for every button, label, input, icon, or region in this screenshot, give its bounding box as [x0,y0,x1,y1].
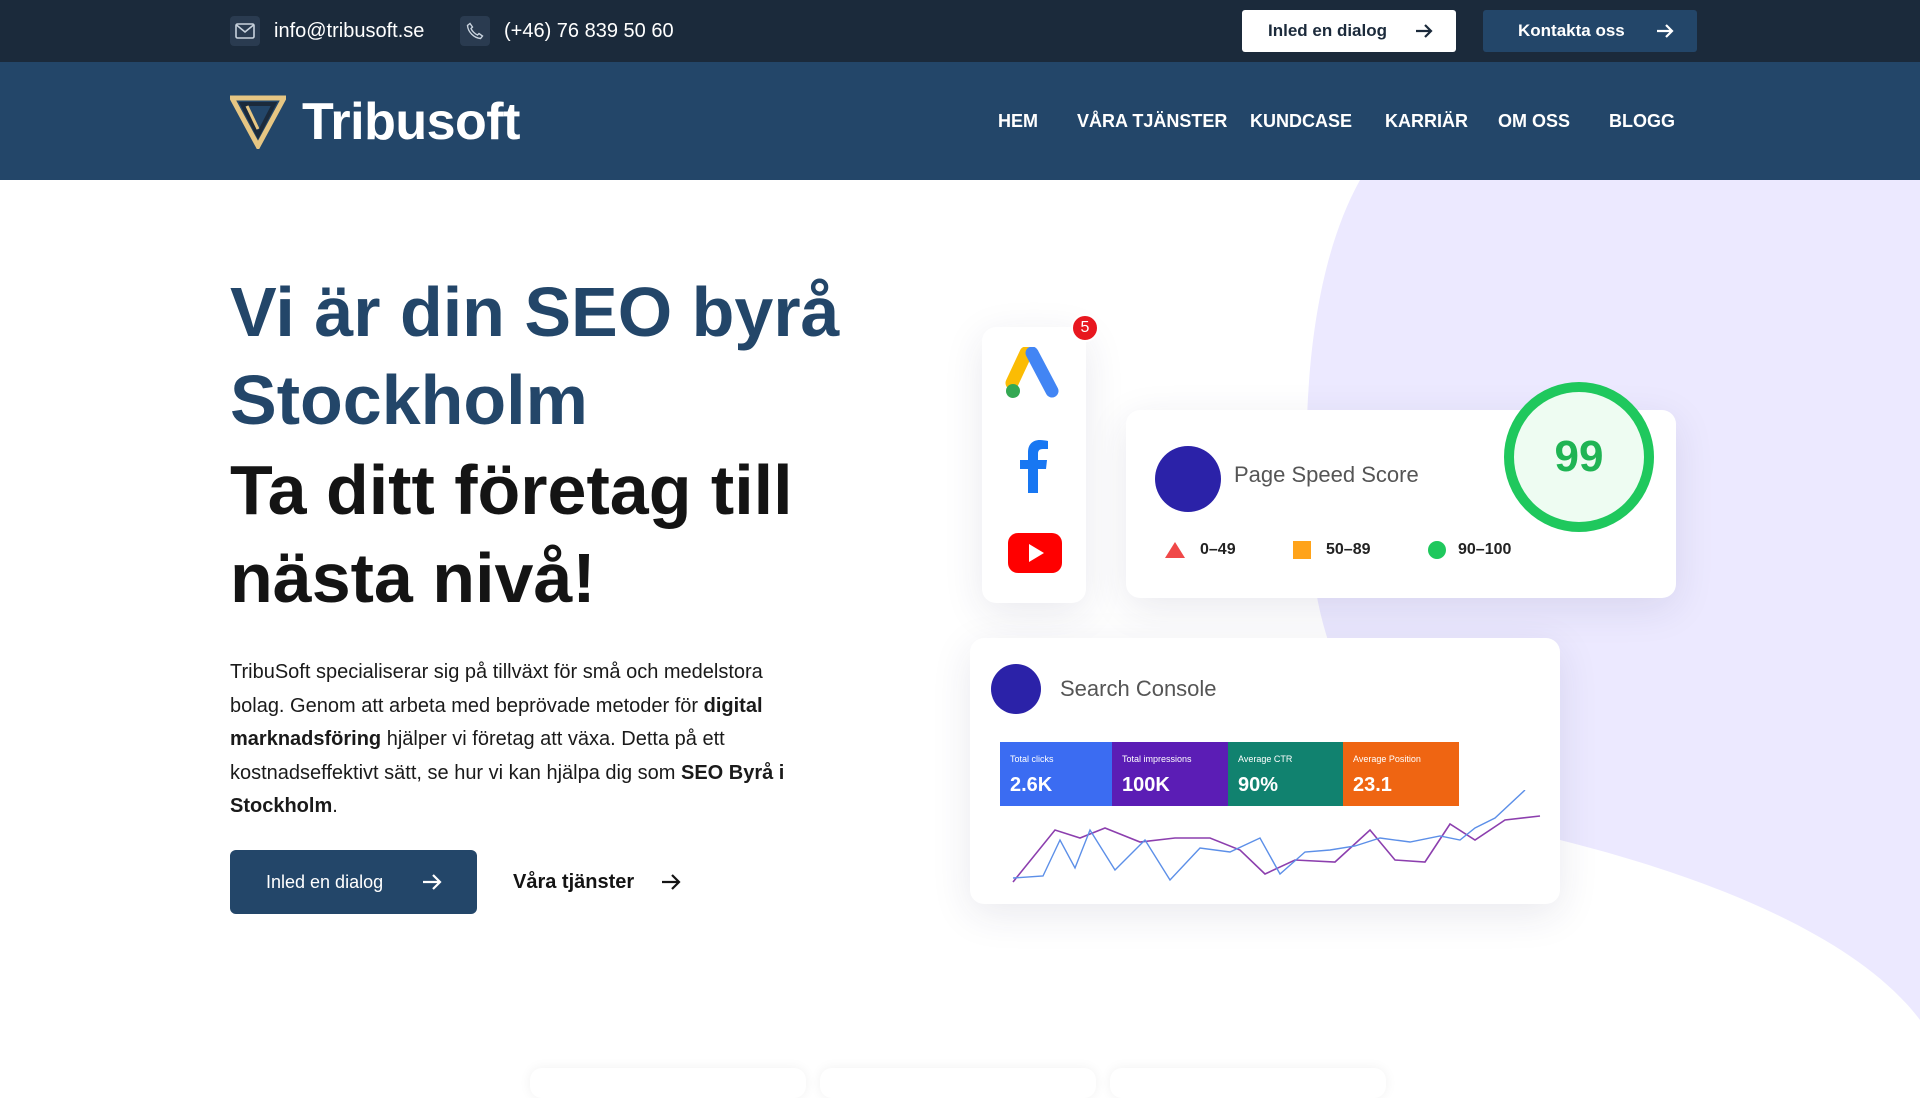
mail-icon [230,16,260,46]
start-dialog-button[interactable]: Inled en dialog [230,850,477,914]
main-navbar: Tribusoft HEM VÅRA TJÄNSTER KUNDCASE KAR… [0,62,1920,180]
youtube-icon [1008,533,1062,573]
brand-name: Tribusoft [302,93,520,151]
triangle-icon [1165,542,1185,558]
phone-text[interactable]: (+46) 76 839 50 60 [504,20,674,43]
hero-title-primary: Vi är din SEO byrå Stockholm [230,268,840,444]
page-speed-avatar [1155,446,1221,512]
page-speed-title: Page Speed Score [1234,462,1419,487]
our-services-link[interactable]: Våra tjänster [513,850,682,914]
nav-item-hem[interactable]: HEM [998,111,1038,132]
nav-item-tjanster[interactable]: VÅRA TJÄNSTER [1077,111,1227,132]
facebook-icon [1020,440,1048,493]
contact-us-button[interactable]: Kontakta oss [1483,10,1697,52]
hero-title-line2: Stockholm [230,361,588,439]
google-ads-icon [1005,347,1059,398]
circle-icon [1428,541,1446,559]
email-contact[interactable]: info@tribusoft.se [230,0,424,62]
page-speed-score: 99 [1504,382,1654,532]
metric-label: Total clicks [1010,754,1054,764]
search-console-avatar [991,664,1041,714]
notification-badge: 5 [1071,314,1099,342]
contact-us-label: Kontakta oss [1518,21,1625,40]
feature-card-peek [1110,1068,1386,1098]
search-console-title: Search Console [1060,676,1217,701]
hero-title-secondary: Ta ditt företag till nästa nivå! [230,451,793,617]
legend-item-good: 90–100 [1428,541,1511,559]
tribusoft-logo-icon [230,95,286,149]
start-dialog-top-button[interactable]: Inled en dialog [1242,10,1456,52]
hero-title-line1: Vi är din SEO byrå [230,273,840,351]
legend-label-good: 90–100 [1458,541,1512,558]
desc-part-1: TribuSoft specialiserar sig på tillväxt … [230,661,763,717]
social-platforms-card [982,327,1086,603]
phone-icon [460,16,490,46]
arrow-right-icon [423,874,442,890]
metric-label: Average Position [1353,754,1421,764]
arrow-right-icon [1416,24,1433,38]
legend-item-average: 50–89 [1293,541,1371,559]
nav-item-karriar[interactable]: KARRIÄR [1385,111,1468,132]
top-bar: info@tribusoft.se (+46) 76 839 50 60 Inl… [0,0,1920,62]
nav-item-blogg[interactable]: BLOGG [1609,111,1675,132]
nav-item-kundcase[interactable]: KUNDCASE [1250,111,1352,132]
search-console-sparkline [1012,790,1541,883]
brand-logo[interactable]: Tribusoft [230,92,520,152]
our-services-label: Våra tjänster [513,870,635,893]
nav-item-om-oss[interactable]: OM OSS [1498,111,1570,132]
arrow-right-icon [1657,24,1674,38]
phone-contact[interactable]: (+46) 76 839 50 60 [460,0,674,62]
arrow-right-icon [662,874,681,890]
metric-label: Average CTR [1238,754,1293,764]
legend-item-poor: 0–49 [1164,541,1236,559]
email-text[interactable]: info@tribusoft.se [274,20,424,43]
sparkline-impressions [1012,815,1541,883]
sparkline-clicks [1012,790,1526,882]
start-dialog-top-label: Inled en dialog [1268,21,1388,40]
legend-label-average: 50–89 [1326,541,1371,558]
metric-label: Total impressions [1122,754,1192,764]
hero-description: TribuSoft specialiserar sig på tillväxt … [230,656,790,824]
legend-label-poor: 0–49 [1200,541,1236,558]
start-dialog-label: Inled en dialog [266,871,384,892]
feature-card-peek [530,1068,806,1098]
feature-card-peek [820,1068,1096,1098]
square-icon [1293,541,1311,559]
desc-part-3: . [332,795,338,817]
